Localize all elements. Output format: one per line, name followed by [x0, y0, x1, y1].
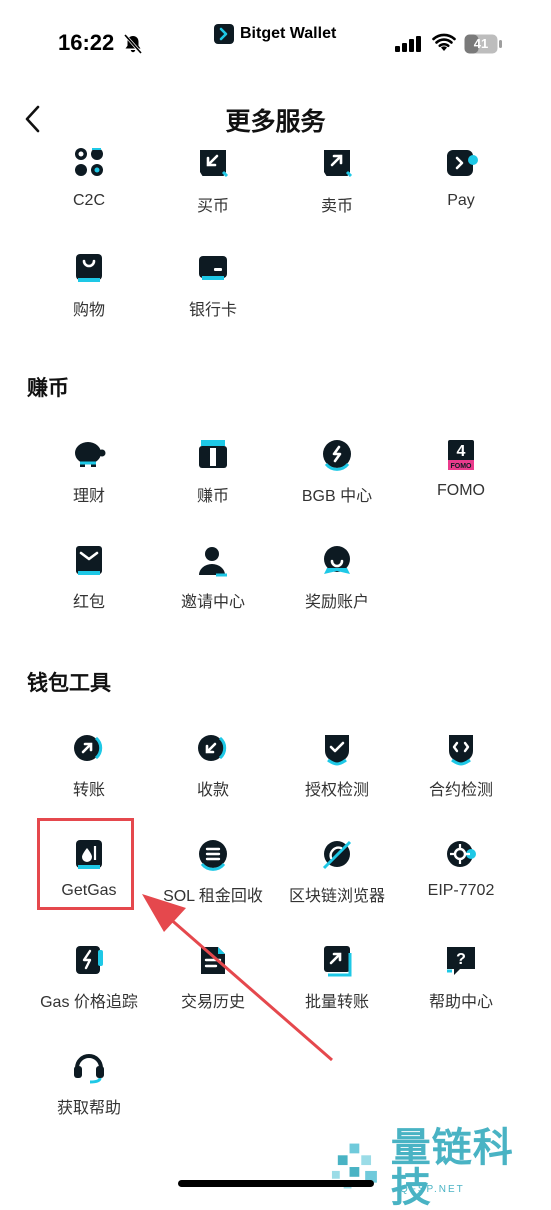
contract-check-icon: [449, 735, 473, 766]
signal-icon: [395, 36, 421, 52]
service-reward-account[interactable]: 奖励账户: [274, 544, 400, 634]
service-label: Pay: [447, 192, 475, 209]
eip-icon: [447, 841, 476, 867]
service-help-center[interactable]: ? 帮助中心: [398, 944, 524, 1034]
service-transfer[interactable]: 转账: [26, 732, 152, 822]
status-time: 16:22: [58, 30, 115, 55]
service-eip-7702[interactable]: EIP-7702: [398, 838, 524, 928]
bell-muted-icon: [123, 34, 143, 54]
brand-name: Bitget Wallet: [240, 25, 337, 42]
reward-icon: [324, 546, 350, 574]
help-center-icon: ?: [447, 947, 475, 975]
invite-icon: [199, 547, 227, 577]
section-title-wallet-tools: 钱包工具: [27, 672, 111, 695]
sell-coin-icon: [324, 150, 353, 178]
buy-coin-icon: [200, 150, 229, 178]
pay-icon: [447, 150, 478, 176]
service-red-envelope[interactable]: 红包: [26, 544, 152, 634]
annotation-arrow: [142, 894, 333, 1062]
service-label: EIP-7702: [427, 882, 495, 899]
service-receive[interactable]: 收款: [150, 732, 276, 822]
service-label: 银行卡: [188, 302, 237, 319]
service-wealth[interactable]: 理财: [26, 438, 152, 528]
red-envelope-icon: [76, 546, 102, 575]
svg-text:?: ?: [456, 951, 466, 968]
service-shopping[interactable]: 购物: [26, 252, 152, 342]
explorer-icon: [322, 840, 352, 870]
battery-level: 41: [473, 36, 489, 51]
watermark-sub: QFSP.NET: [400, 1184, 465, 1195]
watermark-title: 量链科技: [390, 1126, 514, 1210]
gas-tracker-icon: [76, 946, 103, 974]
battery-icon: 41: [464, 34, 504, 54]
service-label: 获取帮助: [56, 1100, 121, 1117]
c2c-icon: [75, 148, 103, 176]
service-buy-coin[interactable]: 买币: [150, 148, 276, 238]
service-pay[interactable]: Pay: [398, 148, 524, 238]
service-label: FOMO: [437, 482, 485, 499]
gas-pump-icon: [76, 840, 102, 869]
section-title-earn: 赚币: [27, 377, 69, 400]
service-sell-coin[interactable]: 卖币: [274, 148, 400, 238]
service-fomo[interactable]: 4 FOMO FOMO: [398, 438, 524, 528]
wifi-icon: [432, 33, 456, 51]
brand-header: Bitget Wallet: [214, 22, 336, 46]
home-indicator: [178, 1180, 374, 1187]
bgb-icon: [323, 440, 351, 471]
headset-icon: [74, 1054, 104, 1084]
piggy-bank-icon: [75, 442, 106, 467]
fomo-icon: 4 FOMO: [448, 440, 474, 470]
service-label: 合约检测: [428, 782, 493, 799]
gift-icon: [199, 440, 227, 468]
sol-icon: [199, 840, 227, 871]
service-bgb-center[interactable]: BGB 中心: [274, 438, 400, 528]
service-earn-coin[interactable]: 赚币: [150, 438, 276, 528]
shopping-bag-icon: [76, 254, 102, 282]
fomo-number: 4: [457, 443, 466, 460]
shield-check-icon: [325, 735, 349, 766]
service-approval-check[interactable]: 授权检测: [274, 732, 400, 822]
fomo-text: FOMO: [451, 463, 473, 470]
receive-icon: [198, 735, 227, 761]
bank-card-icon: [199, 256, 227, 280]
service-label: 帮助中心: [428, 994, 493, 1011]
bitget-logo-icon: [214, 24, 234, 44]
service-invite-center[interactable]: 邀请中心: [150, 544, 276, 634]
service-bank-card[interactable]: 银行卡: [150, 252, 276, 342]
service-label: 奖励账户: [304, 594, 369, 611]
service-c2c[interactable]: C2C: [26, 148, 152, 238]
transfer-icon: [74, 735, 103, 761]
service-contract-check[interactable]: 合约检测: [398, 732, 524, 822]
page-title: 更多服务: [225, 108, 326, 136]
